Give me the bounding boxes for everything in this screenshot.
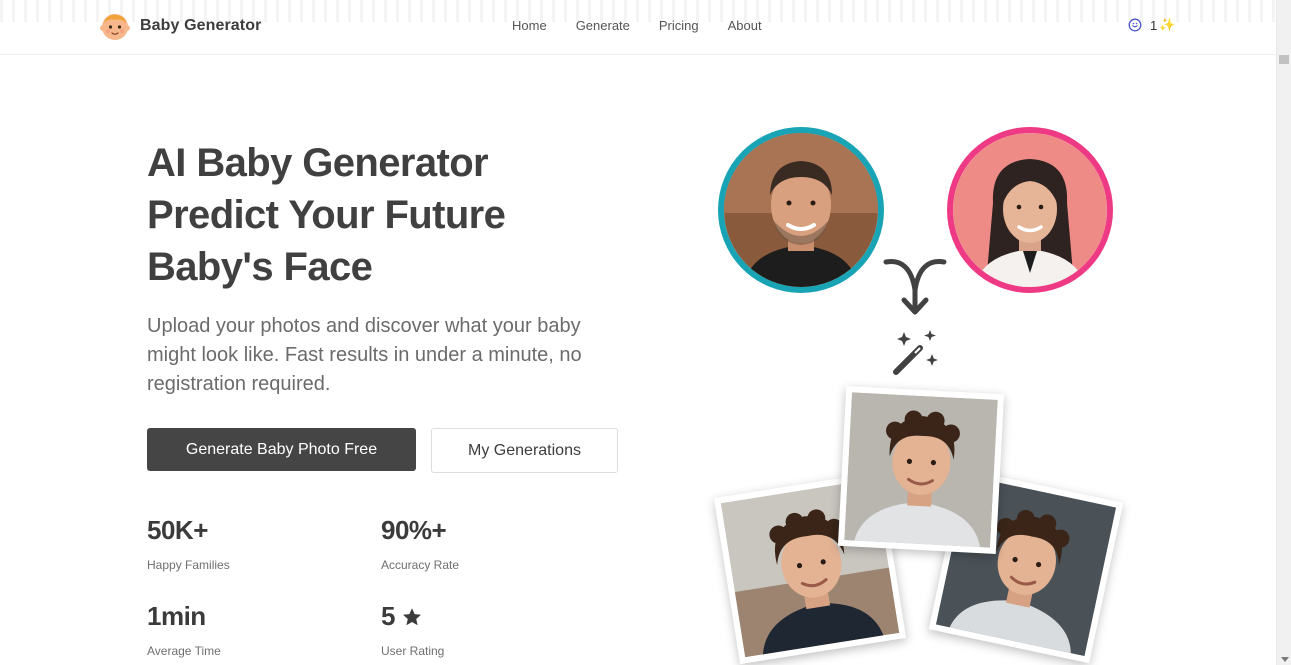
stat-value: 1min: [147, 601, 206, 631]
stat-accuracy-rate: 90%+ Accuracy Rate: [381, 515, 459, 572]
stat-label: User Rating: [381, 644, 445, 658]
nav-generate[interactable]: Generate: [576, 18, 630, 33]
stat-label: Happy Families: [147, 558, 230, 572]
nav-about[interactable]: About: [728, 18, 762, 33]
hero-title-line: Baby's Face: [147, 245, 373, 289]
coin-icon: [1128, 18, 1142, 32]
brand-logo[interactable]: Baby Generator: [99, 11, 261, 41]
generate-baby-photo-button[interactable]: Generate Baby Photo Free: [147, 428, 416, 471]
nav-pricing[interactable]: Pricing: [659, 18, 699, 33]
child-portrait-image: [844, 392, 998, 548]
stat-happy-families: 50K+ Happy Families: [147, 515, 230, 572]
credits-count: 1: [1150, 17, 1158, 33]
father-portrait-image: [724, 133, 878, 287]
rating-value: 5: [381, 601, 395, 631]
sparkles-icon: ✨: [1159, 17, 1176, 32]
mother-photo: [947, 127, 1113, 293]
page-scrollbar[interactable]: [1276, 0, 1291, 665]
scroll-down-arrow-icon[interactable]: [1281, 657, 1289, 662]
scrollbar-thumb[interactable]: [1279, 55, 1289, 64]
hero-title-line: AI Baby Generator: [147, 141, 489, 185]
stat-user-rating: 5 User Rating: [381, 601, 444, 658]
father-photo: [718, 127, 884, 293]
stat-label: Accuracy Rate: [381, 558, 460, 572]
nav-home[interactable]: Home: [512, 18, 547, 33]
top-navbar: Baby Generator Home Generate Pricing Abo…: [0, 0, 1276, 55]
hero-description: Upload your photos and discover what you…: [147, 315, 582, 395]
baby-result-photo: [837, 385, 1005, 555]
star-icon: [402, 607, 421, 625]
brand-name: Baby Generator: [140, 17, 262, 34]
baby-face-icon: [100, 14, 130, 40]
my-generations-button[interactable]: My Generations: [431, 428, 618, 473]
main-nav: Home Generate Pricing About: [512, 18, 791, 33]
hero-title: AI Baby Generator Predict Your Future Ba…: [147, 137, 627, 293]
mother-portrait-image: [953, 133, 1107, 287]
stat-value: 90%+: [381, 515, 447, 545]
merge-arrow-icon: [883, 259, 947, 315]
magic-wand-icon: [893, 330, 938, 375]
credits-badge[interactable]: 1 ✨: [1128, 17, 1175, 33]
stat-average-time: 1min Average Time: [147, 601, 221, 658]
hero-title-line: Predict Your Future: [147, 193, 506, 237]
stat-value: 5: [381, 601, 444, 632]
stat-value: 50K+: [147, 515, 208, 545]
stat-label: Average Time: [147, 644, 221, 658]
